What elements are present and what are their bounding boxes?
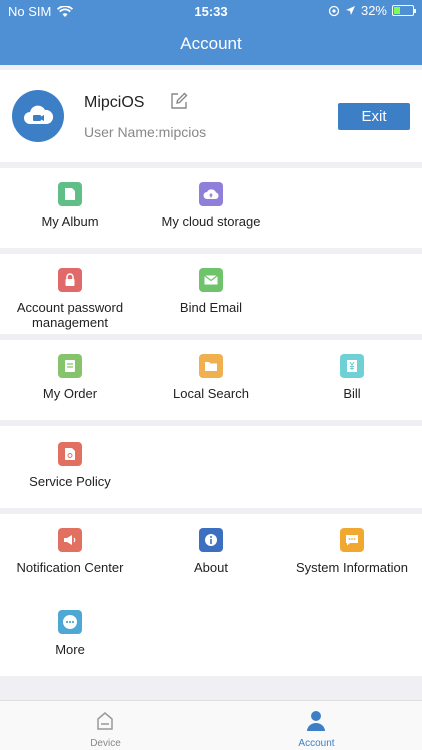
profile-name: MipciOS xyxy=(84,94,145,111)
menu-item-local-search[interactable]: Local Search xyxy=(141,354,281,401)
order-icon xyxy=(58,354,82,378)
cloud-camera-icon xyxy=(24,105,54,124)
header-bar: No SIM 15:33 32% Account xyxy=(0,0,422,65)
menu-section-policy: Service Policy xyxy=(0,426,422,508)
status-bar: No SIM 15:33 32% xyxy=(0,0,422,22)
location-arrow-icon xyxy=(345,6,355,15)
speaker-icon xyxy=(58,528,82,552)
menu-item-notification-center[interactable]: Notification Center xyxy=(0,528,140,575)
edit-icon[interactable] xyxy=(170,92,188,110)
profile-username: User Name:mipcios xyxy=(84,124,207,140)
menu-item-more[interactable]: More xyxy=(0,610,140,657)
battery-percent: 32% xyxy=(360,3,387,18)
menu-item-account-password[interactable]: Account password management xyxy=(0,268,140,330)
menu-item-label: Bill xyxy=(343,386,361,401)
menu-item-label: About xyxy=(194,560,228,575)
menu-item-bill[interactable]: Bill xyxy=(282,354,422,401)
cloud-upload-icon xyxy=(199,182,223,206)
menu-item-label: Bind Email xyxy=(179,300,243,315)
menu-item-label: Account password management xyxy=(0,300,140,330)
menu-item-my-order[interactable]: My Order xyxy=(0,354,140,401)
menu-item-my-album[interactable]: My Album xyxy=(0,182,140,229)
avatar xyxy=(12,90,64,142)
tab-device[interactable]: Device xyxy=(0,701,211,750)
message-icon xyxy=(340,528,364,552)
menu-item-about[interactable]: About xyxy=(141,528,281,575)
menu-item-service-policy[interactable]: Service Policy xyxy=(0,442,140,489)
profile-card: MipciOS User Name:mipcios Exit xyxy=(0,70,422,162)
policy-document-icon xyxy=(58,442,82,466)
tab-bar: Device Account xyxy=(0,700,422,750)
menu-item-bind-email[interactable]: Bind Email xyxy=(141,268,281,315)
menu-item-label-line2: management xyxy=(32,315,108,330)
menu-section-orders: My Order Local Search Bill xyxy=(0,340,422,420)
album-icon xyxy=(58,182,82,206)
battery-icon xyxy=(392,5,416,16)
menu-item-label: System Information xyxy=(296,560,408,575)
folder-icon xyxy=(199,354,223,378)
tab-account-label: Account xyxy=(298,738,335,749)
tab-device-label: Device xyxy=(90,738,121,749)
menu-item-label: Local Search xyxy=(173,386,249,401)
person-icon xyxy=(307,711,325,731)
device-icon xyxy=(97,712,113,730)
menu-item-label: My Order xyxy=(42,386,98,401)
exit-button[interactable]: Exit xyxy=(338,103,410,130)
menu-section-info: Notification Center About System Informa… xyxy=(0,514,422,676)
menu-item-label: My Album xyxy=(41,214,99,229)
menu-item-system-information[interactable]: System Information xyxy=(282,528,422,575)
orientation-lock-icon xyxy=(328,5,340,16)
menu-section-account: Account password management Bind Email xyxy=(0,254,422,334)
menu-item-label: My cloud storage xyxy=(161,214,261,229)
menu-section-media: My Album My cloud storage xyxy=(0,168,422,248)
info-icon xyxy=(199,528,223,552)
envelope-icon xyxy=(199,268,223,292)
menu-item-my-cloud-storage[interactable]: My cloud storage xyxy=(141,182,281,229)
menu-item-label: Service Policy xyxy=(29,474,111,489)
page-title: Account xyxy=(180,34,242,53)
menu-item-label: Notification Center xyxy=(16,560,124,575)
more-dots-icon xyxy=(58,610,82,634)
tab-account[interactable]: Account xyxy=(211,701,422,750)
bill-icon xyxy=(340,354,364,378)
lock-icon xyxy=(58,268,82,292)
menu-item-label: More xyxy=(55,642,85,657)
menu-item-label-line1: Account password xyxy=(16,300,124,315)
